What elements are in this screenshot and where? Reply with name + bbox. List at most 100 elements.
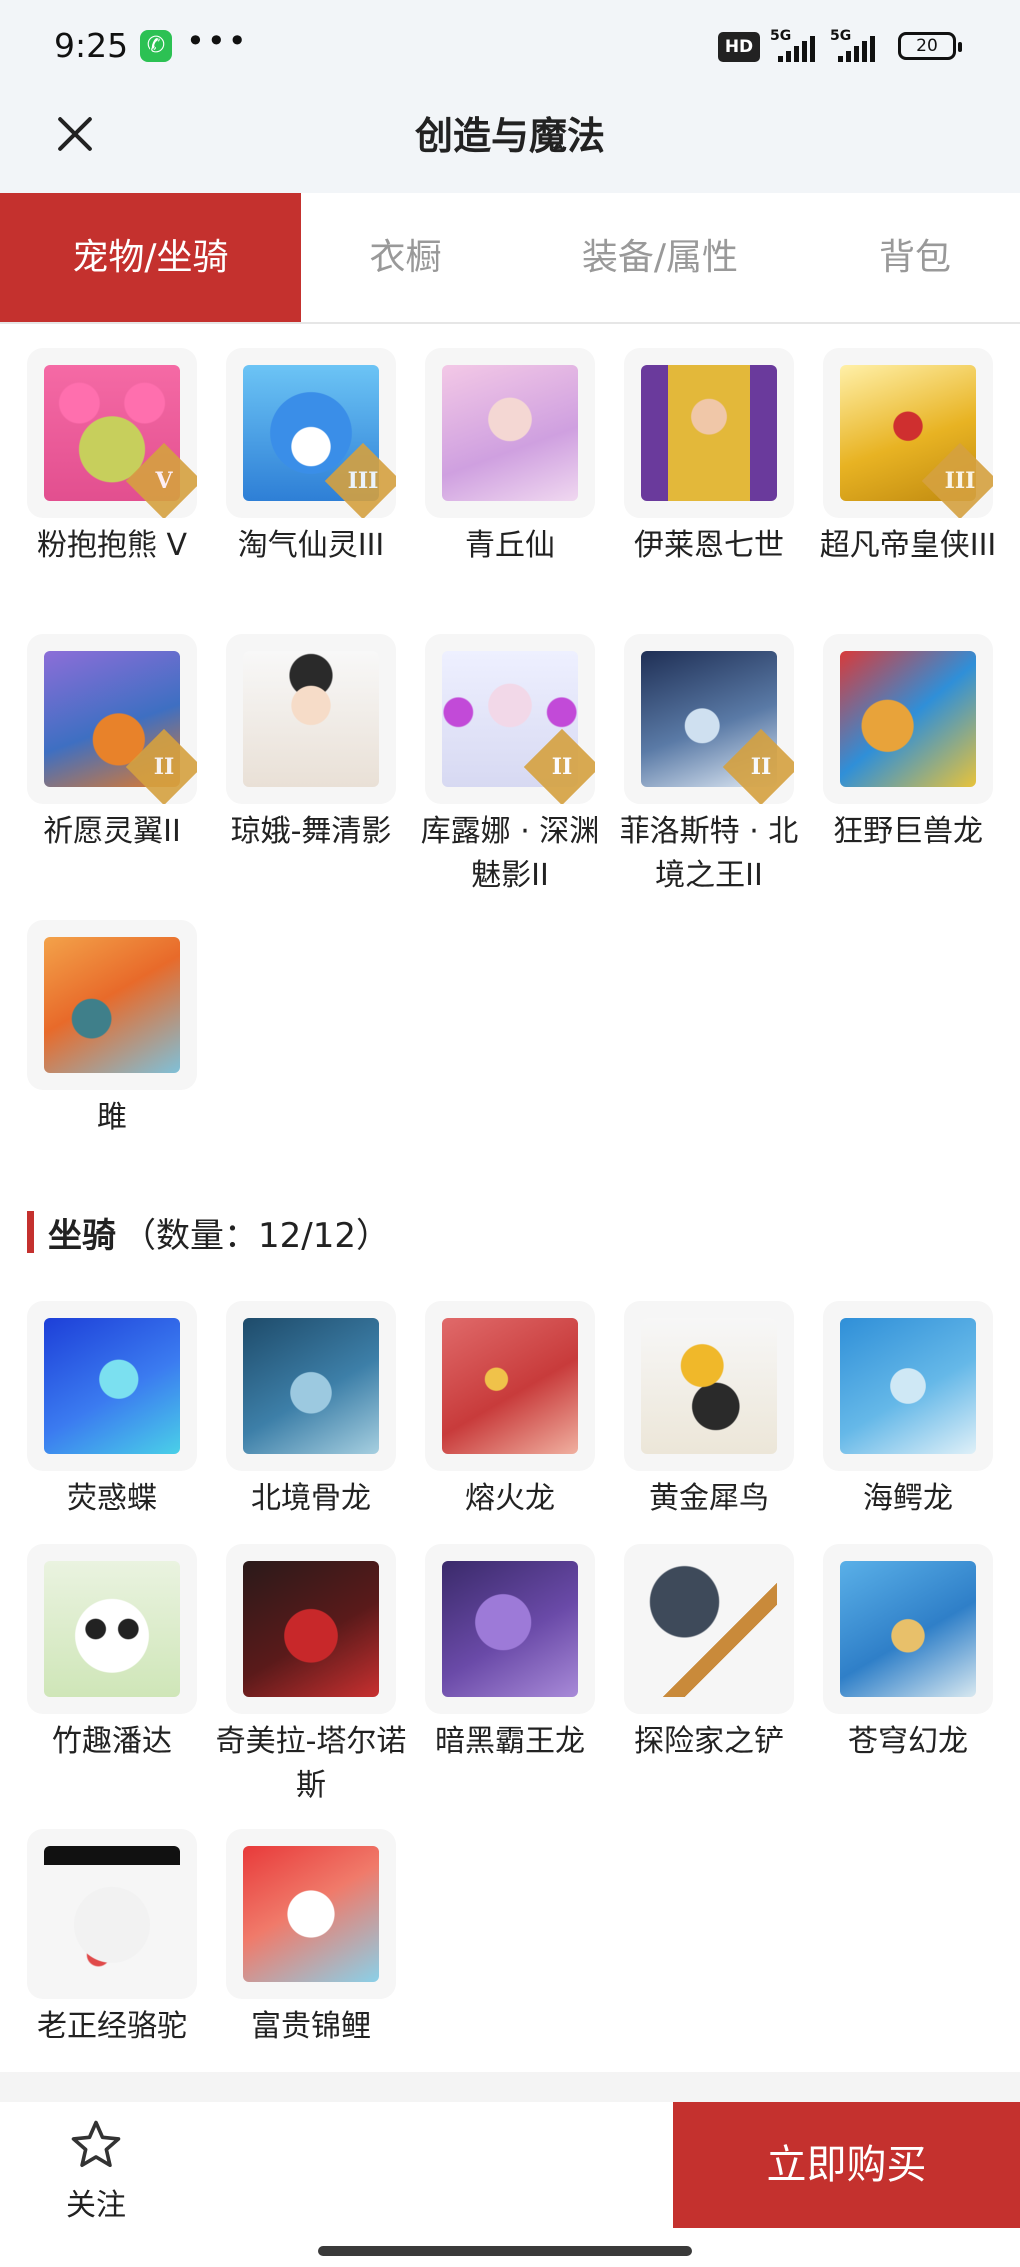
pet-item[interactable]: 雎: [27, 920, 197, 1140]
mount-name: 暗黑霸王龙: [435, 1724, 585, 1759]
pet-thumbnail: [27, 920, 197, 1090]
pet-name: 库露娜 · 深渊魅影II: [420, 814, 600, 893]
bottom-bar: 关注 立即购买: [0, 2102, 1020, 2267]
mount-thumbnail: [226, 1829, 396, 1999]
tier-badge: V: [125, 442, 197, 518]
pet-name: 粉抱抱熊 V: [36, 528, 188, 563]
pet-item[interactable]: V 粉抱抱熊 V: [27, 348, 197, 568]
status-time: 9:25: [54, 26, 129, 65]
nav-bar: 创造与魔法: [0, 95, 1020, 193]
pet-name: 狂野巨兽龙: [833, 814, 983, 849]
mount-thumbnail: [27, 1544, 197, 1714]
pet-item[interactable]: 青丘仙: [425, 348, 595, 568]
chimera-icon: [243, 1561, 379, 1697]
mount-item[interactable]: 奇美拉-塔尔诺斯: [216, 1544, 406, 1808]
pet-item[interactable]: II 菲洛斯特 · 北境之王II: [620, 634, 798, 898]
section-accent-bar: [27, 1211, 34, 1253]
panda-icon: [44, 1561, 180, 1697]
mount-name: 北境骨龙: [251, 1481, 371, 1516]
pet-item[interactable]: II 祈愿灵翼II: [27, 634, 197, 854]
pet-name: 琼娥-舞清影: [230, 814, 392, 849]
tier-badge: III: [921, 442, 993, 518]
buy-now-button[interactable]: 立即购买: [673, 2102, 1020, 2228]
follow-label: 关注: [66, 2188, 126, 2223]
dark-trex-icon: [442, 1561, 578, 1697]
pet-name: 伊莱恩七世: [634, 528, 784, 563]
pet-item[interactable]: II 库露娜 · 深渊魅影II: [421, 634, 599, 898]
hd-badge-icon: HD: [718, 32, 760, 62]
more-notifications-icon: •••: [186, 22, 249, 60]
mount-item[interactable]: 荧惑蝶: [27, 1301, 197, 1521]
mount-name: 熔火龙: [465, 1481, 555, 1516]
phoenix-bird-icon: [44, 937, 180, 1073]
pet-thumbnail: [226, 634, 396, 804]
pet-thumbnail: [624, 348, 794, 518]
pet-name: 雎: [97, 1100, 127, 1135]
tab-wardrobe[interactable]: 衣橱: [301, 193, 510, 322]
mount-name: 荧惑蝶: [67, 1481, 157, 1516]
mount-item[interactable]: 熔火龙: [425, 1301, 595, 1521]
mount-item[interactable]: 老正经骆驼: [27, 1829, 197, 2049]
mount-item[interactable]: 暗黑霸王龙: [425, 1544, 595, 1764]
tab-pets-mounts[interactable]: 宠物/坐骑: [0, 193, 301, 322]
sky-dragon-icon: [840, 1561, 976, 1697]
section-title: 坐骑: [48, 1215, 116, 1256]
mount-thumbnail: [624, 1301, 794, 1471]
mount-item[interactable]: 苍穹幻龙: [823, 1544, 993, 1764]
hornbill-icon: [641, 1318, 777, 1454]
pet-thumbnail: V: [27, 348, 197, 518]
pet-item[interactable]: III 淘气仙灵III: [226, 348, 396, 568]
mount-item[interactable]: 海鳄龙: [823, 1301, 993, 1521]
pet-name: 淘气仙灵III: [237, 528, 385, 563]
fox-fairy-icon: [442, 365, 578, 501]
mount-item[interactable]: 探险家之铲: [624, 1544, 794, 1764]
mount-name: 探险家之铲: [634, 1724, 784, 1759]
tab-equipment[interactable]: 装备/属性: [510, 193, 810, 322]
pet-item[interactable]: III 超凡帝皇侠III: [820, 348, 996, 568]
page-title: 创造与魔法: [414, 114, 605, 158]
pet-name: 超凡帝皇侠III: [819, 528, 997, 563]
mount-name: 黄金犀鸟: [649, 1481, 769, 1516]
tab-bar: 宠物/坐骑 衣橱 装备/属性 背包: [0, 193, 1020, 324]
mount-item[interactable]: 北境骨龙: [226, 1301, 396, 1521]
mount-item[interactable]: 黄金犀鸟: [624, 1301, 794, 1521]
mount-thumbnail: [27, 1301, 197, 1471]
mount-item[interactable]: 竹趣潘达: [27, 1544, 197, 1764]
mount-name: 老正经骆驼: [37, 2009, 187, 2044]
home-indicator[interactable]: [318, 2246, 692, 2256]
pet-name: 青丘仙: [465, 528, 555, 563]
pet-thumbnail: II: [624, 634, 794, 804]
sea-dragon-icon: [840, 1318, 976, 1454]
star-icon: [71, 2120, 121, 2168]
pet-item[interactable]: 狂野巨兽龙: [823, 634, 993, 854]
pet-thumbnail: [425, 348, 595, 518]
pet-name: 祈愿灵翼II: [43, 814, 181, 849]
mounts-section-header: 坐骑 （数量：12/12）: [27, 1207, 390, 1257]
mount-thumbnail: [226, 1301, 396, 1471]
tab-backpack[interactable]: 背包: [810, 193, 1020, 322]
mount-name: 苍穹幻龙: [848, 1724, 968, 1759]
pet-item[interactable]: 琼娥-舞清影: [226, 634, 396, 854]
section-count: （数量：12/12）: [122, 1215, 390, 1256]
status-bar: 9:25 ✆ ••• HD 5G 5G 20: [0, 0, 1020, 95]
header: 9:25 ✆ ••• HD 5G 5G 20 创造与魔法: [0, 0, 1020, 193]
mount-item[interactable]: 富贵锦鲤: [226, 1829, 396, 2049]
mount-thumbnail: [624, 1544, 794, 1714]
mount-name: 海鳄龙: [863, 1481, 953, 1516]
signal-icon-2: 5G: [830, 28, 890, 62]
pet-thumbnail: III: [823, 348, 993, 518]
tier-badge: II: [125, 728, 197, 804]
tier-badge: II: [722, 728, 794, 804]
camel-icon: [44, 1846, 180, 1982]
dancer-icon: [243, 651, 379, 787]
pet-item[interactable]: 伊莱恩七世: [624, 348, 794, 568]
mount-thumbnail: [226, 1544, 396, 1714]
section-divider: [0, 2072, 1020, 2102]
pet-thumbnail: III: [226, 348, 396, 518]
pharaoh-icon: [641, 365, 777, 501]
follow-button[interactable]: 关注: [42, 2118, 150, 2228]
mount-thumbnail: [823, 1301, 993, 1471]
mount-name: 富贵锦鲤: [251, 2009, 371, 2044]
tier-badge: II: [523, 728, 595, 804]
wild-dragon-icon: [840, 651, 976, 787]
